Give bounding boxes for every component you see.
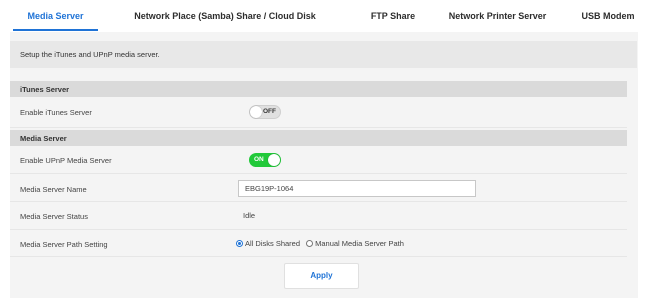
- apply-button[interactable]: Apply: [284, 263, 359, 289]
- manual-path-radio[interactable]: [306, 240, 314, 247]
- divider: [10, 201, 627, 202]
- tab-bar: Media Server Network Place (Samba) Share…: [0, 0, 648, 32]
- path-setting-radio-group: All Disks Shared Manual Media Server Pat…: [236, 239, 408, 249]
- enable-itunes-label: Enable iTunes Server: [20, 108, 92, 117]
- tab-media-server[interactable]: Media Server: [13, 0, 98, 32]
- manual-path-label[interactable]: Manual Media Server Path: [315, 239, 404, 248]
- tab-network-printer-server[interactable]: Network Printer Server: [440, 0, 555, 32]
- enable-upnp-label: Enable UPnP Media Server: [20, 156, 112, 165]
- media-server-section-header: [10, 130, 627, 146]
- tab-network-place-share[interactable]: Network Place (Samba) Share / Cloud Disk: [125, 0, 325, 32]
- upnp-media-server-toggle[interactable]: ON: [249, 153, 281, 167]
- active-tab-indicator: [13, 29, 98, 31]
- media-server-name-input[interactable]: [238, 180, 476, 197]
- itunes-server-toggle[interactable]: OFF: [249, 105, 281, 119]
- content-panel: [10, 32, 638, 298]
- media-server-section-title: Media Server: [20, 134, 67, 143]
- toggle-state-text: OFF: [263, 108, 276, 115]
- all-disks-shared-label[interactable]: All Disks Shared: [245, 239, 300, 248]
- itunes-section-header: [10, 81, 627, 97]
- divider: [10, 173, 627, 174]
- all-disks-shared-radio[interactable]: [236, 240, 243, 247]
- divider: [10, 256, 627, 257]
- toggle-state-text: ON: [254, 156, 264, 163]
- page-description: Setup the iTunes and UPnP media server.: [20, 50, 160, 59]
- media-server-status-value: Idle: [243, 211, 256, 220]
- media-server-status-label: Media Server Status: [20, 212, 88, 221]
- tab-usb-modem[interactable]: USB Modem: [574, 0, 642, 32]
- media-server-name-label: Media Server Name: [20, 185, 87, 194]
- toggle-knob: [250, 106, 262, 118]
- divider: [10, 229, 627, 230]
- itunes-section-title: iTunes Server: [20, 85, 70, 94]
- divider: [10, 127, 627, 128]
- toggle-knob: [268, 154, 280, 166]
- tab-ftp-share[interactable]: FTP Share: [358, 0, 428, 32]
- media-server-path-label: Media Server Path Setting: [20, 240, 108, 249]
